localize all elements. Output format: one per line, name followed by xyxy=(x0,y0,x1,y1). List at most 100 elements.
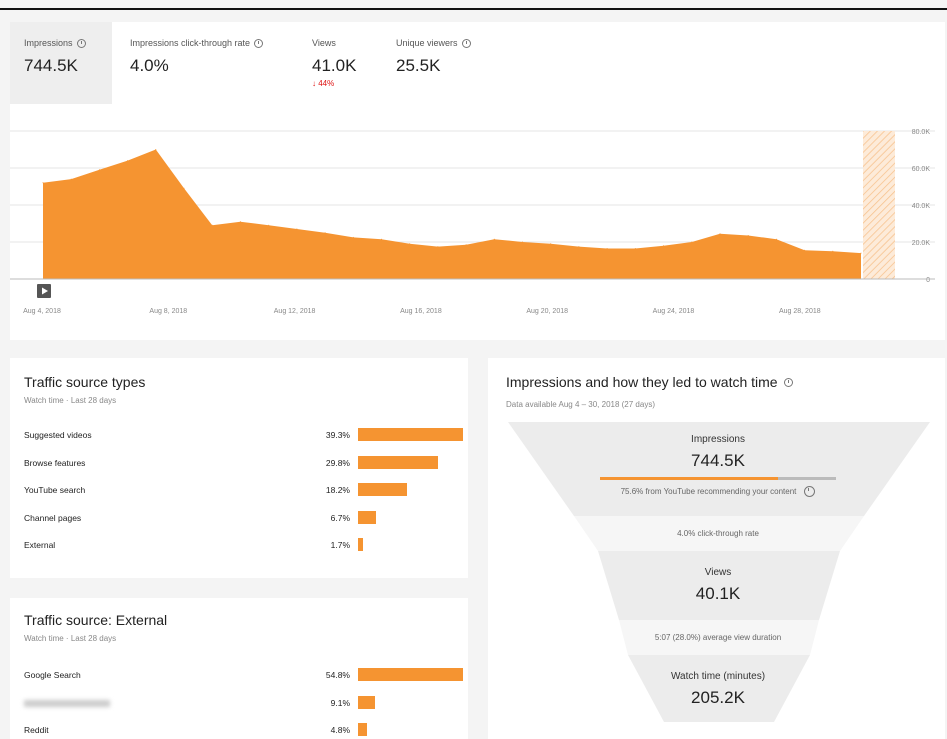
bar-row[interactable]: YouTube search 18.2% xyxy=(24,483,454,497)
data-point xyxy=(381,238,382,240)
metric-views[interactable]: Views 41.0K ↓ 44% xyxy=(298,22,378,104)
partial-period-shade xyxy=(863,131,895,279)
metric-ctr[interactable]: Impressions click-through rate 4.0% xyxy=(116,22,296,104)
bar-row[interactable]: 9.1% xyxy=(24,695,454,710)
data-point xyxy=(324,232,326,234)
x-tick-label: Aug 8, 2018 xyxy=(149,308,187,315)
bar-row[interactable]: Google Search 54.8% xyxy=(24,668,463,682)
data-point xyxy=(804,249,806,251)
bar-label: External xyxy=(24,540,56,550)
ctr-note: 4.0% click-through rate xyxy=(677,529,759,538)
x-tick-label: Aug 24, 2018 xyxy=(653,308,695,315)
bar-percent: 29.8% xyxy=(325,457,350,468)
bar-fill xyxy=(358,483,407,496)
card-subtitle: Watch time · Last 28 days xyxy=(24,396,117,405)
data-point xyxy=(493,238,495,240)
data-point xyxy=(522,241,523,243)
info-icon[interactable] xyxy=(254,38,264,48)
data-point xyxy=(42,182,44,184)
data-point xyxy=(70,178,72,180)
data-point xyxy=(832,250,834,252)
data-point xyxy=(465,244,467,246)
data-point xyxy=(437,246,439,248)
bar-label: Suggested videos xyxy=(24,430,92,440)
funnel-views-label: Views xyxy=(704,567,732,578)
card-title: Traffic source types xyxy=(24,374,146,390)
metric-unique-viewers[interactable]: Unique viewers 25.5K xyxy=(382,22,492,104)
overview-panel: Impressions 744.5K Impressions click-thr… xyxy=(10,22,945,340)
data-point xyxy=(98,169,100,171)
data-point xyxy=(239,221,241,223)
info-icon[interactable] xyxy=(76,38,86,48)
funnel-watch-value: 205.2K xyxy=(691,688,745,707)
data-point xyxy=(296,228,298,230)
x-tick-label: Aug 12, 2018 xyxy=(274,308,316,315)
funnel-views: Views 40.1K xyxy=(548,567,888,604)
bar-percent: 4.8% xyxy=(330,725,350,735)
data-point xyxy=(578,246,580,248)
data-point xyxy=(775,238,777,240)
y-tick-label: 20.0K xyxy=(912,240,931,247)
x-tick-label: Aug 20, 2018 xyxy=(526,308,568,315)
y-tick-label: 0 xyxy=(926,277,930,284)
bar-fill xyxy=(358,723,368,736)
y-tick-label: 60.0K xyxy=(912,166,931,173)
data-point xyxy=(691,241,693,243)
data-point xyxy=(268,224,270,226)
traffic-source-types-card: Traffic source types Watch time · Last 2… xyxy=(10,358,468,578)
data-point xyxy=(663,245,665,247)
y-tick-label: 40.0K xyxy=(912,203,931,210)
data-point xyxy=(127,160,129,162)
bar-fill xyxy=(358,668,463,681)
bar-fill xyxy=(358,455,438,469)
data-point xyxy=(183,187,185,189)
bar-fill xyxy=(358,538,363,551)
recommend-progress-fill xyxy=(600,477,779,480)
metric-label: Views xyxy=(312,38,336,48)
card-subtitle: Watch time · Last 28 days xyxy=(24,634,117,643)
bar-label: Channel pages xyxy=(24,512,82,523)
metric-delta: ↓ 44% xyxy=(312,79,335,88)
bar-row[interactable]: External 1.7% xyxy=(24,538,454,552)
x-tick-label: Aug 16, 2018 xyxy=(400,308,442,315)
recommend-note: 75.6% from YouTube recommending your con… xyxy=(620,487,797,496)
metric-value: 4.0% xyxy=(130,56,169,75)
bar-percent: 54.8% xyxy=(325,670,350,680)
bar-label: Browse features xyxy=(24,457,86,468)
metric-impressions[interactable]: Impressions 744.5K xyxy=(10,22,112,104)
metric-label: Unique viewers xyxy=(396,38,458,48)
data-point xyxy=(155,149,157,150)
recommend-progress-bar xyxy=(600,477,836,480)
bar-percent: 18.2% xyxy=(325,485,350,495)
bar-row[interactable]: Reddit 4.8% xyxy=(24,723,454,737)
funnel-watch-label: Watch time (minutes) xyxy=(670,671,766,682)
x-tick-label: Aug 28, 2018 xyxy=(779,308,821,315)
data-point xyxy=(606,248,608,249)
traffic-source-external-card: Traffic source: External Watch time · La… xyxy=(10,598,468,739)
data-point xyxy=(352,236,354,238)
data-point xyxy=(860,252,862,254)
data-point xyxy=(747,235,749,236)
data-point xyxy=(719,233,721,235)
bar-percent: 9.1% xyxy=(330,697,350,708)
metric-value: 41.0K xyxy=(312,56,357,75)
bar-percent: 39.3% xyxy=(325,430,350,440)
data-point xyxy=(409,243,411,245)
funnel-watch-time: Watch time (minutes) 205.2K xyxy=(548,671,888,708)
card-title: Traffic source: External xyxy=(24,612,168,628)
funnel-impressions: Impressions 744.5K 75.6% from YouTube re… xyxy=(548,434,888,497)
bar-row[interactable]: Browse features 29.8% xyxy=(24,455,454,470)
info-icon[interactable] xyxy=(461,38,471,48)
bar-label: Google Search xyxy=(24,670,81,680)
data-point xyxy=(634,248,636,249)
impressions-funnel-card: Impressions and how they led to watch ti… xyxy=(488,358,945,739)
blurred-label xyxy=(24,699,110,707)
bar-label: YouTube search xyxy=(24,485,86,495)
info-icon[interactable] xyxy=(804,486,816,497)
funnel-impressions-value: 744.5K xyxy=(691,451,745,470)
x-tick-label: Aug 4, 2018 xyxy=(23,308,61,315)
bar-fill xyxy=(358,695,376,709)
bar-row[interactable]: Suggested videos 39.3% xyxy=(24,428,463,442)
funnel-views-value: 40.1K xyxy=(695,584,741,603)
bar-row[interactable]: Channel pages 6.7% xyxy=(24,510,454,525)
